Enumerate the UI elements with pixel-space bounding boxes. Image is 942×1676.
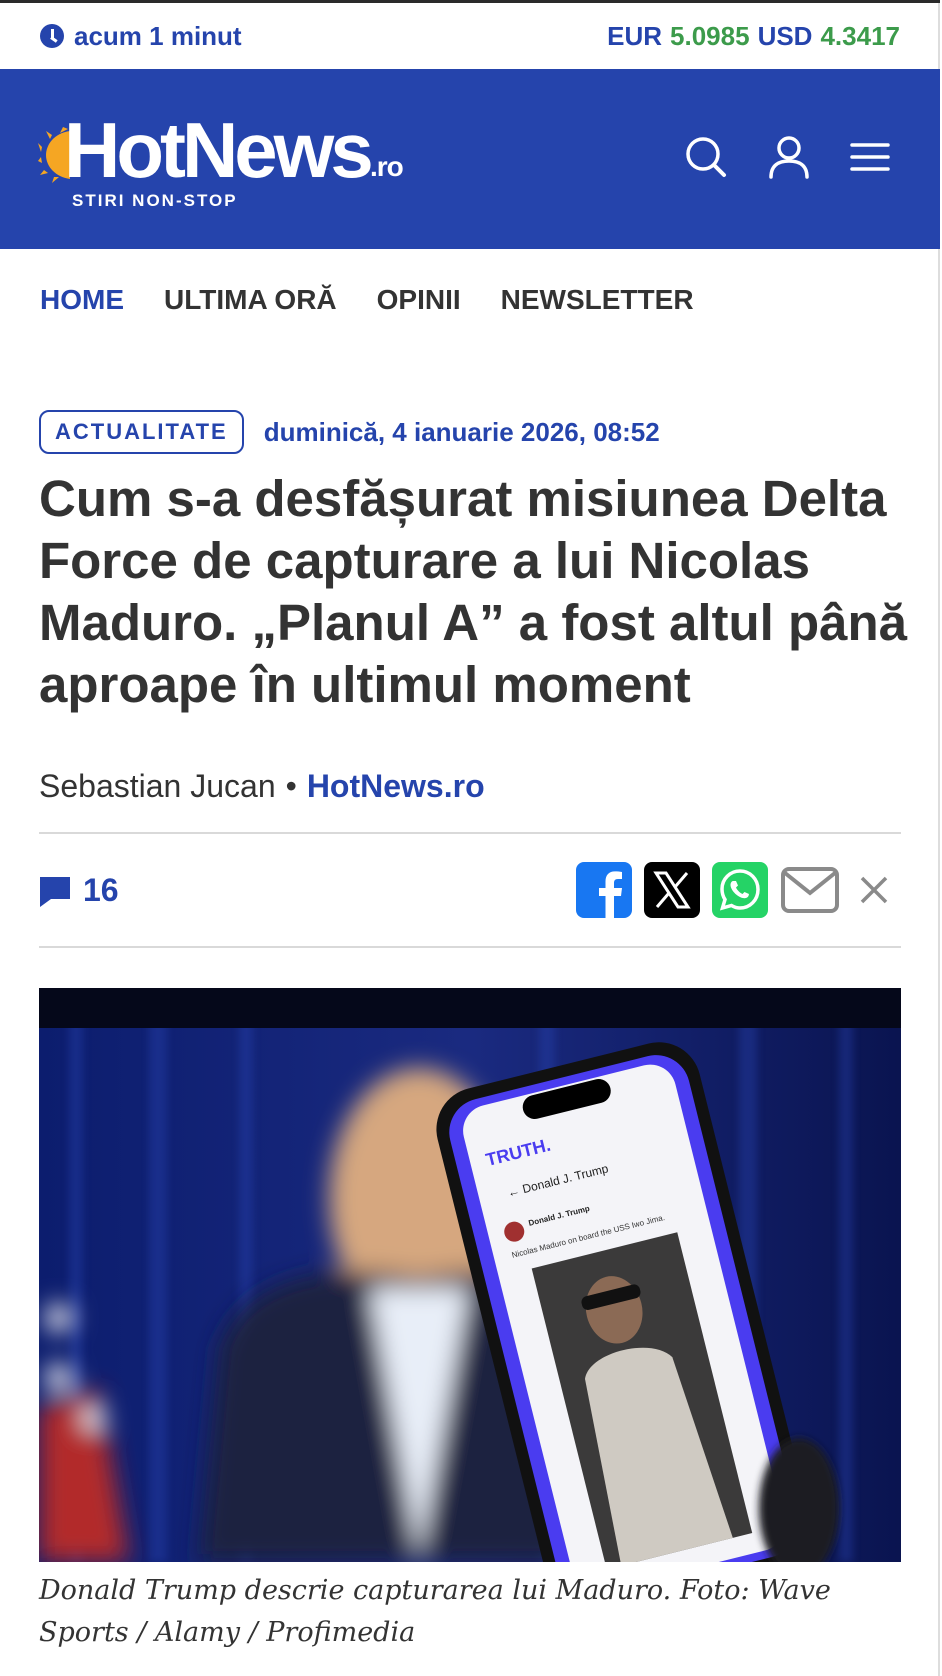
publish-date: duminică, 4 ianuarie 2026, 08:52: [263, 416, 660, 447]
divider-top: [39, 832, 901, 834]
search-button[interactable]: [684, 135, 728, 179]
divider-bottom: [39, 946, 901, 948]
article-meta: ACTUALITATE duminică, 4 ianuarie 2026, 0…: [39, 410, 660, 454]
usd-value: 4.3417: [820, 20, 900, 51]
share-whatsapp-button[interactable]: [712, 862, 768, 918]
share-close-button[interactable]: [852, 868, 896, 912]
close-icon: [860, 876, 888, 904]
byline: Sebastian Jucan • HotNews.ro: [39, 768, 485, 805]
site-header: HotNews .ro STIRI NON-STOP: [0, 69, 940, 249]
nav-item-newsletter[interactable]: NEWSLETTER: [501, 284, 694, 316]
eur-value: 5.0985: [670, 20, 750, 51]
share-facebook-button[interactable]: [576, 862, 632, 918]
hero-photo: TRUTH. ← Donald J. Trump Donald J. Trump…: [39, 988, 901, 1562]
account-button[interactable]: [768, 135, 810, 179]
user-icon: [769, 136, 809, 179]
exchange-rates: EUR 5.0985 USD 4.3417: [607, 21, 900, 52]
eur-label: EUR: [607, 20, 663, 51]
share-email-button[interactable]: [780, 864, 840, 916]
nav-item-ultima-ora[interactable]: ULTIMA ORĂ: [164, 284, 337, 316]
logo-tld: .ro: [370, 151, 404, 182]
article-headline: Cum s-a desfășurat misiunea Delta Force …: [39, 470, 908, 713]
site-logo[interactable]: HotNews .ro STIRI NON-STOP: [38, 111, 408, 211]
main-nav: HOME ULTIMA ORĂ OPINII NEWSLETTER: [40, 284, 694, 316]
nav-item-home[interactable]: HOME: [40, 284, 124, 316]
email-icon: [781, 867, 839, 913]
logo-wordmark: HotNews: [64, 106, 374, 194]
source-link[interactable]: HotNews.ro: [307, 768, 485, 805]
last-update-label: acum 1 minut: [74, 20, 242, 51]
byline-separator: •: [285, 768, 297, 804]
menu-button[interactable]: [850, 141, 890, 173]
last-update[interactable]: acum 1 minut: [40, 21, 242, 52]
hero-image[interactable]: TRUTH. ← Donald J. Trump Donald J. Trump…: [39, 988, 901, 1562]
header-actions: [684, 135, 890, 179]
usd-label: USD: [757, 20, 813, 51]
search-icon: [686, 137, 726, 177]
share-x-button[interactable]: [644, 862, 700, 918]
comment-count: 16: [83, 872, 119, 908]
share-bar: [576, 862, 896, 918]
nav-item-opinii[interactable]: OPINII: [377, 284, 461, 316]
ticker-bar: acum 1 minut EUR 5.0985 USD 4.3417: [0, 3, 940, 69]
category-badge[interactable]: ACTUALITATE: [39, 410, 244, 454]
x-icon: [644, 862, 700, 918]
logo-tagline: STIRI NON-STOP: [72, 191, 238, 210]
image-caption: Donald Trump descrie capturarea lui Madu…: [39, 1575, 831, 1648]
comment-icon: [40, 876, 70, 907]
author-name[interactable]: Sebastian Jucan: [39, 768, 276, 805]
comments-link[interactable]: 16: [39, 872, 119, 909]
hamburger-menu-icon: [850, 143, 890, 171]
clock-icon: [40, 24, 64, 48]
facebook-icon: [576, 862, 632, 918]
whatsapp-icon: [712, 862, 768, 918]
article-page: acum 1 minut EUR 5.0985 USD 4.3417 HotNe…: [0, 0, 940, 1676]
